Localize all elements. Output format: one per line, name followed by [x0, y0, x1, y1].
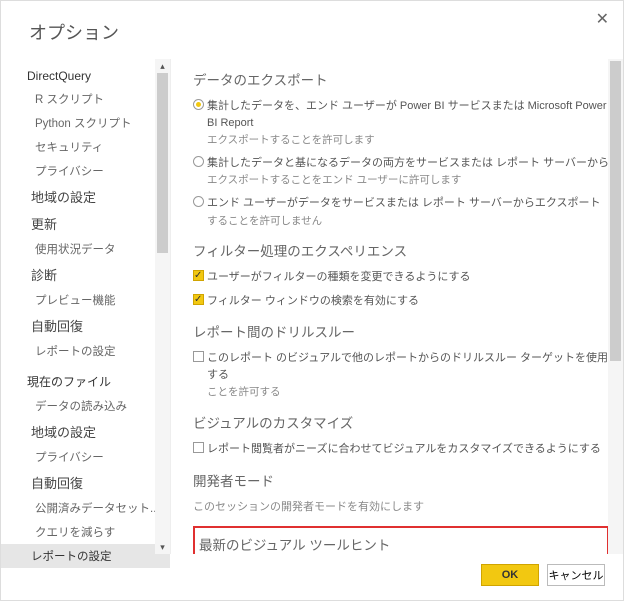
option-sub: ことを許可する: [207, 383, 609, 401]
ok-button[interactable]: OK: [481, 564, 539, 586]
option-label: レポート閲覧者がニーズに合わせてビジュアルをカスタマイズできるようにする: [207, 441, 609, 458]
checkbox-icon: [193, 351, 204, 362]
sidebar-item[interactable]: 公開済みデータセット...: [27, 496, 170, 520]
option-sub: エクスポートすることを許可します: [207, 131, 609, 149]
option-label: フィルター ウィンドウの検索を有効にする: [207, 293, 609, 310]
checkbox-icon: [193, 294, 204, 305]
scroll-down-icon[interactable]: ▾: [157, 540, 168, 554]
check-cross-report-drill[interactable]: このレポート のビジュアルで他のレポートからのドリルスルー ターゲットを使用する…: [193, 347, 609, 404]
sidebar-item[interactable]: 自動回復: [27, 469, 170, 496]
sidebar-item[interactable]: 診断: [27, 261, 170, 288]
section-filter: フィルター処理のエクスペリエンス: [193, 232, 609, 266]
sidebar-item-report-settings[interactable]: レポートの設定: [1, 544, 170, 568]
option-label: エンド ユーザーがデータをサービスまたは レポート サーバーからエクスポート: [207, 197, 601, 209]
sidebar-category-directquery: DirectQuery: [27, 59, 170, 87]
section-devmode: 開発者モード: [193, 462, 609, 496]
scroll-thumb[interactable]: [610, 61, 621, 361]
radio-icon: [193, 156, 204, 167]
sidebar-item[interactable]: 地域の設定: [27, 418, 170, 445]
radio-export-summarized[interactable]: 集計したデータを、エンド ユーザーが Power BI サービスまたは Micr…: [193, 95, 609, 152]
sidebar: DirectQuery R スクリプト Python スクリプト セキュリティ …: [1, 59, 171, 554]
section-customize: ビジュアルのカスタマイズ: [193, 404, 609, 438]
sidebar-item[interactable]: レポートの設定: [27, 339, 170, 363]
sidebar-item[interactable]: セキュリティ: [27, 135, 170, 159]
option-sub: エクスポートすることをエンド ユーザーに許可します: [207, 171, 609, 189]
sidebar-item[interactable]: 使用状況データ: [27, 237, 170, 261]
highlight-box: 最新のビジュアル ツールヒント ドリル アクションと更新されたスタイルを持つ最新…: [193, 526, 609, 555]
check-filter-type[interactable]: ユーザーがフィルターの種類を変更できるようにする: [193, 266, 609, 290]
scroll-thumb[interactable]: [157, 73, 168, 253]
radio-export-none[interactable]: エンド ユーザーがデータをサービスまたは レポート サーバーからエクスポートする…: [193, 192, 609, 232]
sidebar-item[interactable]: データの読み込み: [27, 394, 170, 418]
sidebar-item[interactable]: プライバシー: [27, 445, 170, 469]
dialog-title: オプション: [1, 19, 623, 59]
option-label: ユーザーがフィルターの種類を変更できるようにする: [207, 269, 609, 286]
radio-icon: [193, 99, 204, 110]
section-modern-tooltip: 最新のビジュアル ツールヒント: [199, 532, 603, 555]
sidebar-item[interactable]: 更新: [27, 210, 170, 237]
sidebar-item[interactable]: プライバシー: [27, 159, 170, 183]
radio-icon: [193, 196, 204, 207]
check-filter-search[interactable]: フィルター ウィンドウの検索を有効にする: [193, 290, 609, 314]
close-icon[interactable]: ✕: [596, 9, 609, 29]
sidebar-item[interactable]: 地域の設定: [27, 183, 170, 210]
check-personalize-visuals[interactable]: レポート閲覧者がニーズに合わせてビジュアルをカスタマイズできるようにする: [193, 438, 609, 462]
devmode-desc: このセッションの開発者モードを有効にします: [193, 496, 609, 520]
content-pane: データのエクスポート 集計したデータを、エンド ユーザーが Power BI サ…: [171, 59, 623, 554]
cancel-button[interactable]: キャンセル: [547, 564, 605, 586]
option-label: 集計したデータと基になるデータの両方をサービスまたは レポート サーバーから: [207, 157, 609, 169]
scroll-up-icon[interactable]: ▴: [157, 59, 168, 73]
content-scrollbar[interactable]: [608, 59, 623, 554]
sidebar-item[interactable]: R スクリプト: [27, 87, 170, 111]
checkbox-icon: [193, 270, 204, 281]
sidebar-scrollbar[interactable]: ▴ ▾: [155, 59, 170, 554]
checkbox-icon: [193, 442, 204, 453]
sidebar-item[interactable]: プレビュー機能: [27, 288, 170, 312]
option-label: 集計したデータを、エンド ユーザーが Power BI サービスまたは Micr…: [207, 100, 606, 129]
radio-export-all[interactable]: 集計したデータと基になるデータの両方をサービスまたは レポート サーバーからエク…: [193, 152, 609, 192]
option-label: このレポート のビジュアルで他のレポートからのドリルスルー ターゲットを使用する: [207, 352, 608, 381]
section-export: データのエクスポート: [193, 61, 609, 95]
section-drillthrough: レポート間のドリルスルー: [193, 313, 609, 347]
option-sub: することを許可しません: [207, 212, 609, 230]
sidebar-item[interactable]: クエリを減らす: [27, 520, 170, 544]
sidebar-item[interactable]: 自動回復: [27, 312, 170, 339]
sidebar-category-currentfile: 現在のファイル: [27, 363, 170, 394]
sidebar-item[interactable]: Python スクリプト: [27, 111, 170, 135]
